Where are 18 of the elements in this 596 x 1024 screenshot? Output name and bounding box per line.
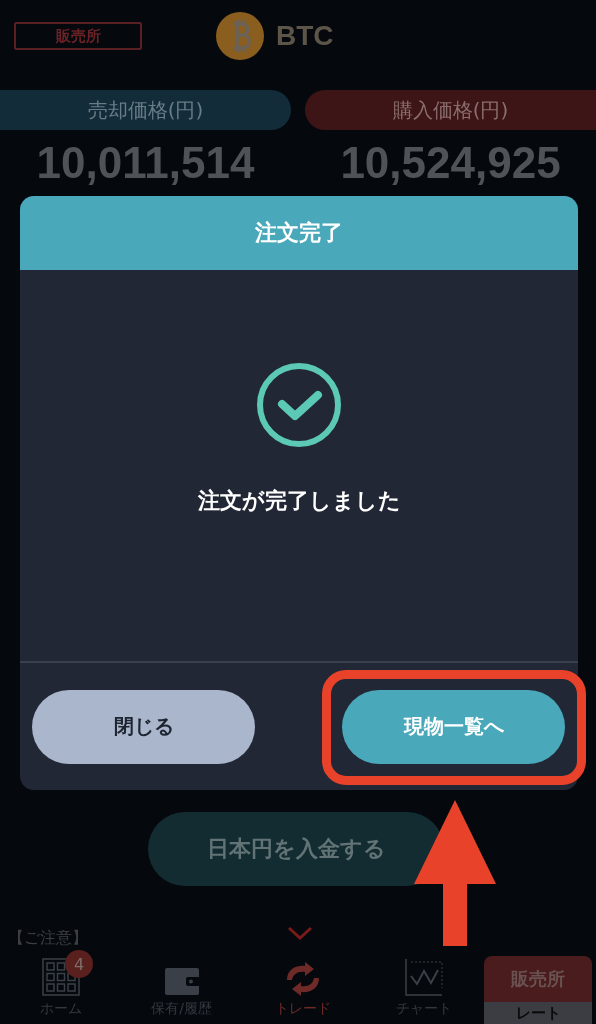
price-label: 売却価格(円) <box>0 90 291 130</box>
tab-bar-item[interactable]: トレード <box>242 954 363 1024</box>
dialog-message: 注文が完了しました <box>197 487 401 515</box>
notice-heading: 【ご注意】 <box>8 928 88 949</box>
check-circle-icon <box>256 362 342 448</box>
chart-icon <box>404 958 443 996</box>
dialog-title: 注文完了 <box>255 219 343 247</box>
price-value: 10,011,514 <box>36 138 255 188</box>
chevron-down-icon[interactable] <box>287 926 313 940</box>
coin-name: BTC <box>276 20 334 52</box>
coin-icon <box>216 12 264 60</box>
price-label: 購入価格(円) <box>305 90 596 130</box>
close-button[interactable]: 閉じる <box>32 689 255 764</box>
notification-badge: 4 <box>65 950 93 978</box>
holdings-list-button[interactable]: 現物一覧へ <box>342 689 565 764</box>
wallet-icon <box>163 966 200 996</box>
price-value: 10,524,925 <box>340 138 561 188</box>
market-tag: 販売所 <box>14 22 142 50</box>
